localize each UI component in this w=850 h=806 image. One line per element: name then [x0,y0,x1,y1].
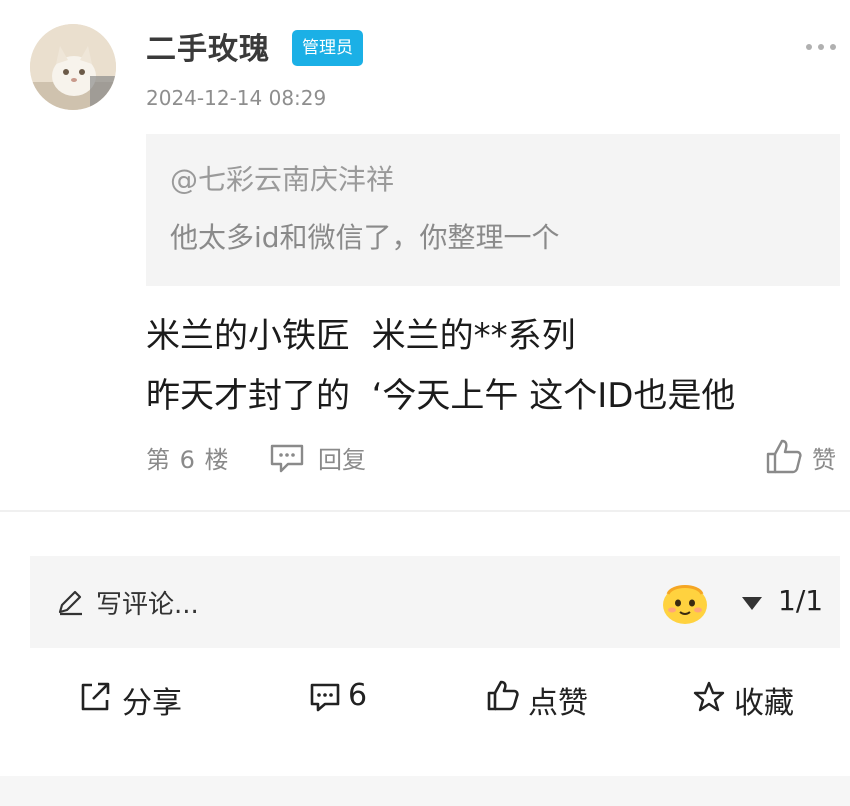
cat-avatar-image [30,24,116,110]
favorite-button[interactable]: 收藏 [734,678,794,722]
reply-button[interactable]: 回复 [318,440,366,475]
avatar[interactable] [30,24,116,110]
username[interactable]: 二手玫瑰 [146,24,270,68]
quote-text: 他太多id和微信了，你整理一个 [170,221,560,254]
share-icon[interactable] [78,680,112,714]
like-button[interactable]: 赞 [812,440,836,475]
thumbs-up-icon[interactable] [764,436,804,476]
quote-mention[interactable]: @七彩云南庆沣祥 [170,158,394,198]
dropdown-icon[interactable] [740,594,764,612]
reply-icon[interactable] [268,442,306,474]
emoji-icon[interactable] [660,580,710,626]
comment-icon[interactable] [308,680,342,714]
comment-count[interactable]: 6 [348,678,367,713]
share-button[interactable]: 分享 [122,678,182,722]
system-navigation-bar [0,776,850,806]
more-icon[interactable] [806,38,840,58]
page-indicator[interactable]: 1/1 [778,584,823,617]
like-action-button[interactable]: 点赞 [528,678,588,722]
post-content-line-1: 米兰的小铁匠 米兰的**系列 [146,316,576,356]
comment-input[interactable]: 写评论... [96,584,199,621]
pencil-icon [58,590,82,616]
thumbs-up-icon[interactable] [486,678,520,712]
star-icon[interactable] [692,680,726,714]
quoted-reply-block[interactable] [146,134,840,286]
post-timestamp: 2024-12-14 08:29 [146,86,327,110]
post-content-line-2: 昨天才封了的 ‘今天上午 这个ID也是他 [146,376,736,416]
admin-badge: 管理员 [292,30,363,66]
divider [0,510,850,512]
floor-number: 第 6 楼 [146,446,230,474]
